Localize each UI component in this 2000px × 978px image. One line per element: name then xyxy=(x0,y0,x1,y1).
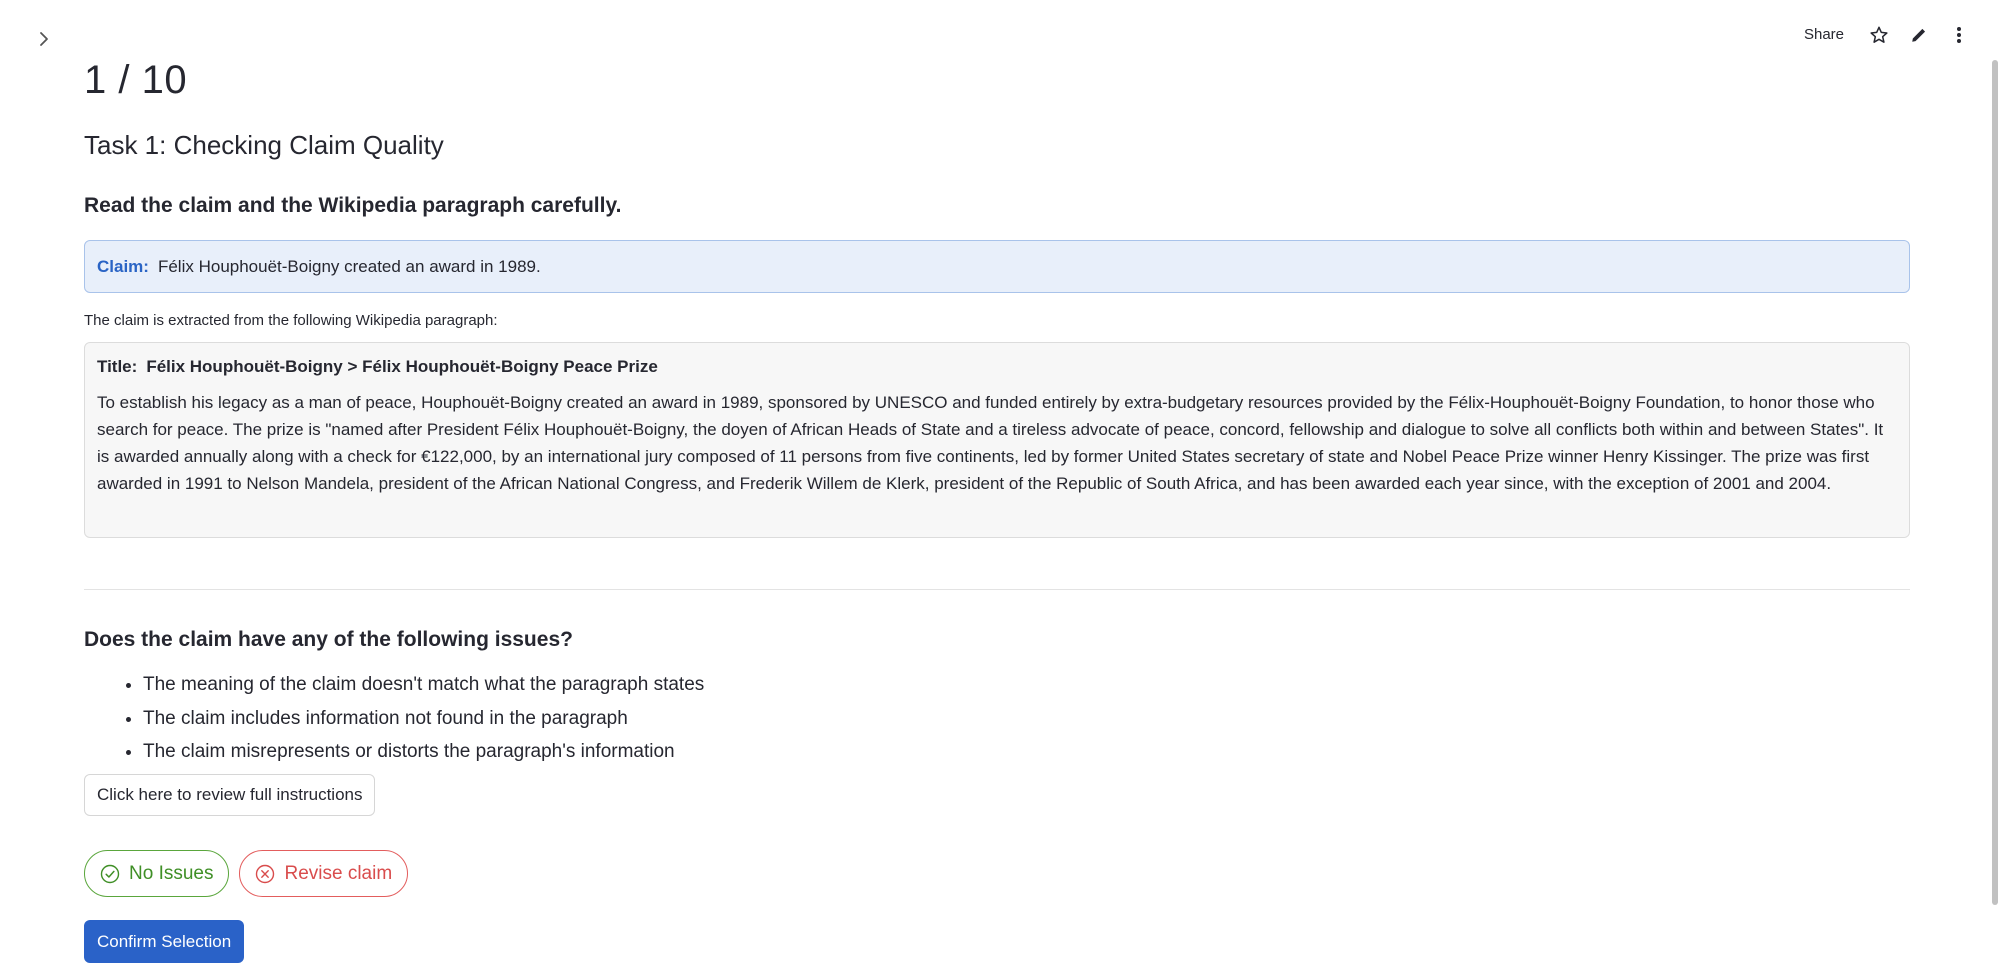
claim-box: Claim: Félix Houphouët-Boigny created an… xyxy=(84,240,1910,293)
scrollbar-thumb[interactable] xyxy=(1992,60,1998,905)
top-toolbar: Share xyxy=(1798,22,1970,47)
check-circle-icon xyxy=(100,864,120,883)
task-title: Task 1: Checking Claim Quality xyxy=(84,130,444,160)
confirm-selection-button[interactable]: Confirm Selection xyxy=(84,920,245,963)
issues-list: The meaning of the claim doesn't match w… xyxy=(84,668,704,769)
revise-claim-label: Revise claim xyxy=(284,862,393,884)
scrollbar-track[interactable] xyxy=(1990,0,2000,978)
paragraph-title: Title: Félix Houphouët-Boigny > Félix Hou… xyxy=(97,357,1897,377)
star-icon xyxy=(1870,26,1888,43)
no-issues-button[interactable]: No Issues xyxy=(84,850,230,897)
chevron-right-icon xyxy=(40,32,48,46)
expand-sidebar-button[interactable] xyxy=(34,29,54,49)
pencil-icon xyxy=(1912,28,1926,42)
claim-label: Claim: xyxy=(97,256,149,276)
paragraph-title-text: Félix Houphouët-Boigny > Félix Houphouët… xyxy=(146,357,658,376)
issues-heading: Does the claim have any of the following… xyxy=(84,628,573,651)
paragraph-text: To establish his legacy as a man of peac… xyxy=(97,393,1884,493)
share-button[interactable]: Share xyxy=(1798,22,1850,47)
no-issues-label: No Issues xyxy=(129,862,214,884)
section-divider xyxy=(84,589,1910,590)
favorite-button[interactable] xyxy=(1868,24,1890,46)
list-item: The meaning of the claim doesn't match w… xyxy=(143,668,704,702)
paragraph-title-label: Title: xyxy=(97,357,138,376)
list-item: The claim misrepresents or distorts the … xyxy=(143,735,704,769)
revise-claim-button[interactable]: Revise claim xyxy=(239,850,409,897)
instruction-heading: Read the claim and the Wikipedia paragra… xyxy=(84,194,622,217)
list-item: The claim includes information not found… xyxy=(143,702,704,736)
source-note: The claim is extracted from the followin… xyxy=(84,312,498,329)
claim-text: Félix Houphouët-Boigny created an award … xyxy=(157,256,541,276)
more-options-button[interactable] xyxy=(1948,24,1970,46)
x-circle-icon xyxy=(256,864,275,883)
paragraph-box: Title: Félix Houphouët-Boigny > Félix Hou… xyxy=(84,342,1910,538)
edit-button[interactable] xyxy=(1908,24,1930,46)
review-instructions-button[interactable]: Click here to review full instructions xyxy=(84,774,376,816)
progress-counter: 1 / 10 xyxy=(84,58,188,102)
more-vertical-icon xyxy=(1957,26,1961,43)
choice-group: No Issues Revise claim xyxy=(84,850,409,897)
